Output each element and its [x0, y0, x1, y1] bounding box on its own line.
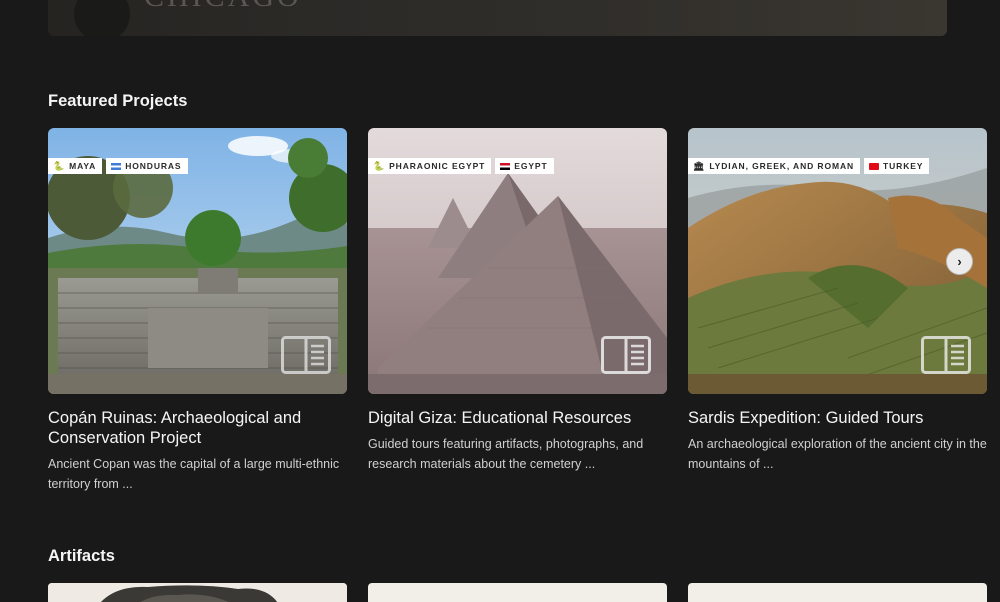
- artifacts-title: Artifacts: [48, 547, 115, 565]
- artifact-image: [48, 583, 347, 602]
- project-card-description: Ancient Copan was the capital of a large…: [48, 457, 340, 491]
- card-tags: 🏛 LYDIAN, GREEK, AND ROMAN TURKEY: [688, 158, 930, 174]
- culture-tag[interactable]: 🐍 MAYA: [48, 158, 103, 174]
- turkey-flag-icon: [869, 162, 880, 170]
- project-card-image[interactable]: 🐍 MAYA HONDURAS: [48, 128, 347, 394]
- card-tags: 🐍 PHARAONIC EGYPT EGYPT: [368, 158, 554, 174]
- project-card-sardis[interactable]: 🏛 LYDIAN, GREEK, AND ROMAN TURKEY Sardis…: [688, 128, 987, 474]
- country-tag[interactable]: EGYPT: [495, 158, 554, 174]
- project-card-image[interactable]: 🐍 PHARAONIC EGYPT EGYPT: [368, 128, 667, 394]
- snake-icon: 🐍: [373, 161, 386, 171]
- country-tag[interactable]: TURKEY: [864, 158, 930, 174]
- chevron-right-icon: ›: [957, 254, 962, 269]
- project-card-copan[interactable]: 🐍 MAYA HONDURAS Copán Ruinas: Archaeolog…: [48, 128, 347, 494]
- project-card-title[interactable]: Digital Giza: Educational Resources: [368, 408, 667, 428]
- artifact-card-image[interactable]: [688, 583, 987, 602]
- project-card-image[interactable]: 🏛 LYDIAN, GREEK, AND ROMAN TURKEY: [688, 128, 987, 394]
- page: CHICAGO Featured Projects: [0, 0, 1000, 602]
- hero-banner[interactable]: CHICAGO: [48, 0, 947, 36]
- project-card-description: Guided tours featuring artifacts, photog…: [368, 437, 644, 471]
- carousel-next-button[interactable]: ›: [946, 248, 973, 275]
- snake-icon: 🐍: [53, 161, 66, 171]
- university-seal-icon: [74, 0, 130, 36]
- book-icon: [601, 336, 651, 374]
- project-card-description: An archaeological exploration of the anc…: [688, 437, 987, 471]
- book-icon: [921, 336, 971, 374]
- project-card-title[interactable]: Copán Ruinas: Archaeological and Conserv…: [48, 408, 347, 448]
- temple-icon: 🏛: [693, 161, 706, 171]
- book-icon: [281, 336, 331, 374]
- egypt-flag-icon: [500, 162, 511, 170]
- artifact-card-image[interactable]: [48, 583, 347, 602]
- culture-tag[interactable]: 🐍 PHARAONIC EGYPT: [368, 158, 492, 174]
- artifact-card-image[interactable]: [368, 583, 667, 602]
- card-tags: 🐍 MAYA HONDURAS: [48, 158, 188, 174]
- featured-projects-title: Featured Projects: [48, 92, 188, 110]
- banner-wordmark: CHICAGO: [144, 0, 302, 14]
- honduras-flag-icon: [111, 162, 122, 170]
- culture-tag[interactable]: 🏛 LYDIAN, GREEK, AND ROMAN: [688, 158, 861, 174]
- project-card-title[interactable]: Sardis Expedition: Guided Tours: [688, 408, 987, 428]
- country-tag[interactable]: HONDURAS: [106, 158, 188, 174]
- project-card-giza[interactable]: 🐍 PHARAONIC EGYPT EGYPT Digital Giza: Ed…: [368, 128, 667, 474]
